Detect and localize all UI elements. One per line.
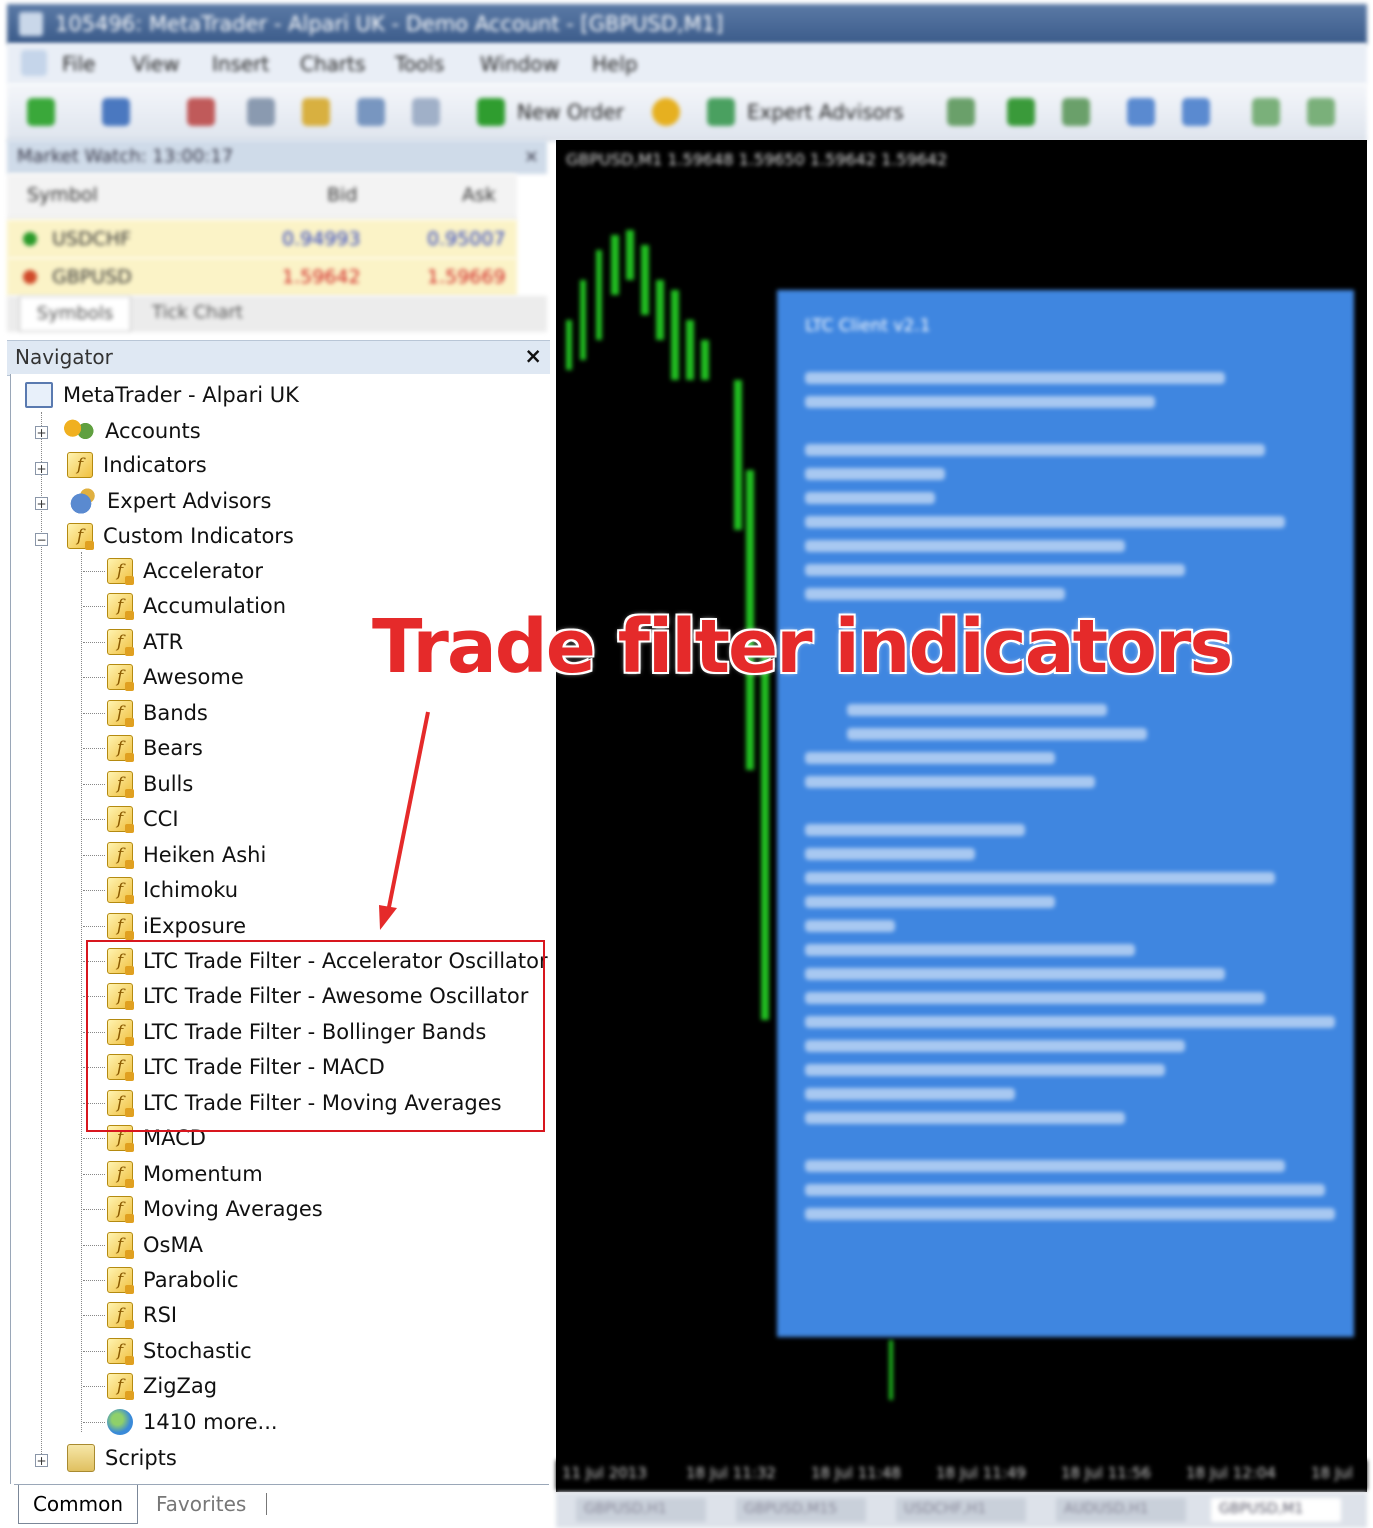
annotation-arrow [379,711,430,930]
